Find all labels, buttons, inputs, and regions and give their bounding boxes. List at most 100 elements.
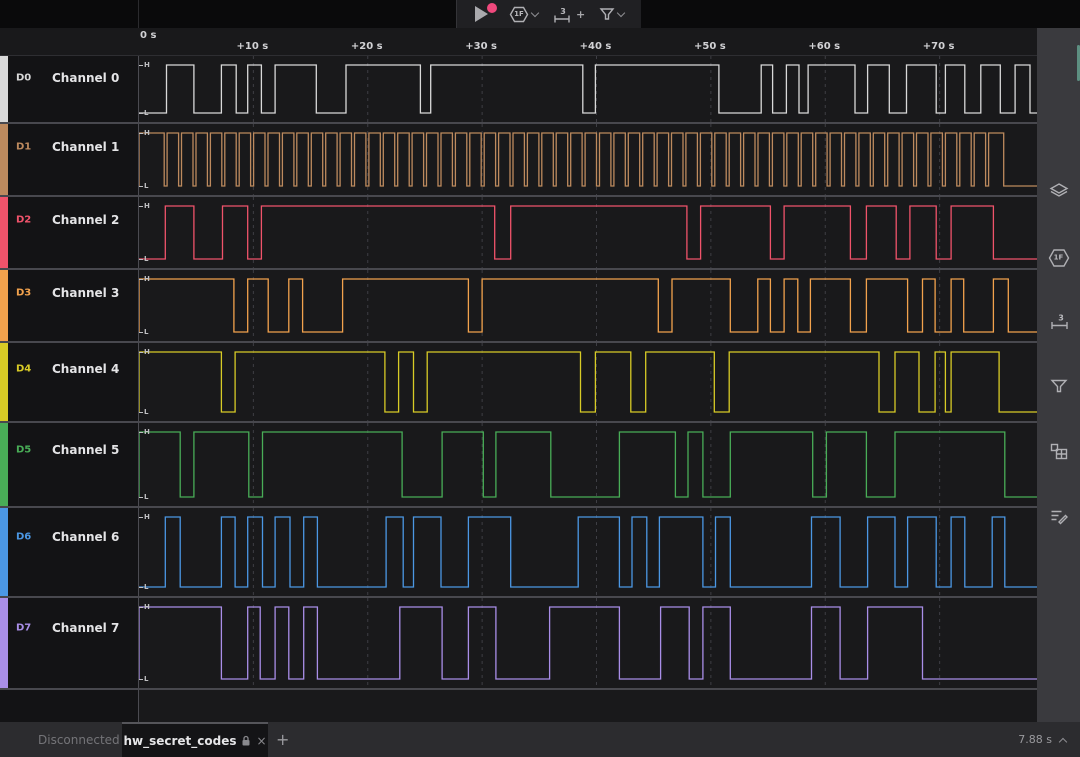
row-divider: [0, 596, 1037, 598]
add-measurement-button[interactable]: 3 +: [548, 2, 589, 26]
low-level-label: L: [144, 493, 149, 501]
waveform-row-d3[interactable]: HL: [139, 270, 1038, 341]
level-tick: [139, 259, 143, 260]
level-tick: [139, 587, 143, 588]
channel-name-label: Channel 0: [52, 71, 120, 85]
low-level-label: L: [144, 182, 149, 190]
channel-color-strip[interactable]: [0, 270, 8, 341]
row-divider: [0, 688, 1037, 690]
channel-label-row-d4[interactable]: D4 Channel 4: [0, 343, 138, 421]
layers-icon[interactable]: [1049, 182, 1069, 204]
add-tab-button[interactable]: +: [276, 722, 289, 757]
level-tick: [139, 279, 143, 280]
channel-label-row-d3[interactable]: D3 Channel 3: [0, 270, 138, 341]
hex-radix-icon[interactable]: 1F: [1048, 249, 1070, 268]
high-level-label: H: [144, 61, 150, 69]
channel-name-label: Channel 3: [52, 286, 120, 300]
plus-icon: +: [576, 7, 586, 21]
channel-color-strip[interactable]: [0, 508, 8, 596]
high-level-label: H: [144, 513, 150, 521]
channel-name-label: Channel 4: [52, 362, 120, 376]
row-divider: [0, 341, 1037, 343]
filter-button[interactable]: [595, 2, 628, 26]
channel-id-label: D1: [16, 141, 32, 153]
row-divider: [0, 421, 1037, 423]
level-tick: [139, 497, 143, 498]
level-tick: [139, 432, 143, 433]
funnel-icon[interactable]: [1049, 378, 1068, 398]
high-level-label: H: [144, 275, 150, 283]
ruler-tick-label: +70 s: [922, 41, 955, 52]
channel-color-strip[interactable]: [0, 423, 8, 506]
channel-label-column: D0 Channel 0 D1 Channel 1 D2 Channel 2 D3 Chann…: [0, 56, 138, 722]
channel-id-label: D6: [16, 531, 32, 543]
channel-name-label: Channel 7: [52, 621, 120, 635]
level-tick: [139, 607, 143, 608]
level-tick: [139, 65, 143, 66]
channel-id-label: D7: [16, 622, 32, 634]
ruler-tick-label: +60 s: [808, 41, 841, 52]
channel-color-strip[interactable]: [0, 124, 8, 195]
channel-color-strip[interactable]: [0, 598, 8, 688]
low-level-label: L: [144, 328, 149, 336]
lock-icon: [242, 735, 250, 745]
row-divider: [0, 506, 1037, 508]
channel-color-strip[interactable]: [0, 197, 8, 268]
waveform-row-d6[interactable]: HL: [139, 508, 1038, 596]
measurements-icon[interactable]: 3: [1048, 312, 1070, 335]
low-level-label: L: [144, 583, 149, 591]
row-divider: [0, 195, 1037, 197]
channel-name-label: Channel 5: [52, 443, 120, 457]
channel-color-strip[interactable]: [0, 343, 8, 421]
hex-radix-icon: 1F: [509, 6, 529, 23]
level-tick: [139, 113, 143, 114]
level-tick: [139, 352, 143, 353]
channel-label-row-d0[interactable]: D0 Channel 0: [0, 56, 138, 122]
channel-label-row-d5[interactable]: D5 Channel 5: [0, 423, 138, 506]
waveform-row-d2[interactable]: HL: [139, 197, 1038, 268]
channel-label-row-d6[interactable]: D6 Channel 6: [0, 508, 138, 596]
ruler-tick-label: +40 s: [579, 41, 612, 52]
top-toolbar: 1F 3 +: [0, 0, 1080, 28]
channel-id-label: D2: [16, 214, 32, 226]
ruler-tick-label: +50 s: [694, 41, 726, 52]
record-dot-icon: [485, 1, 499, 15]
blocks-icon[interactable]: [1049, 442, 1068, 464]
close-tab-icon[interactable]: ×: [256, 734, 266, 748]
waveform-row-d5[interactable]: HL: [139, 423, 1038, 506]
channel-name-label: Channel 1: [52, 140, 120, 154]
device-status-label: Disconnected: [38, 732, 120, 747]
waveform-row-d4[interactable]: HL: [139, 343, 1038, 421]
channel-label-row-d2[interactable]: D2 Channel 2: [0, 197, 138, 268]
start-capture-button[interactable]: [465, 1, 499, 26]
row-divider: [0, 122, 1037, 124]
waveform-area[interactable]: HLHLHLHLHLHLHLHL: [138, 56, 1038, 722]
channel-label-row-d7[interactable]: D7 Channel 7: [0, 598, 138, 688]
capture-duration-toggle[interactable]: 7.88 s: [1018, 722, 1068, 757]
ruler-tick-label: +20 s: [350, 41, 383, 52]
annotations-icon[interactable]: [1049, 508, 1068, 529]
low-level-label: L: [144, 408, 149, 416]
time-ruler[interactable]: 0 s +10 s +20 s +30 s +40 s +50 s +60 s +70 s: [0, 28, 1037, 56]
right-sidebar: 1F 3: [1037, 28, 1080, 722]
radix-selector-button[interactable]: 1F: [505, 2, 542, 26]
waveform-row-d0[interactable]: HL: [139, 56, 1038, 122]
level-tick: [139, 186, 143, 187]
low-level-label: L: [144, 255, 149, 263]
waveform-row-d7[interactable]: HL: [139, 598, 1038, 688]
waveform-row-d1[interactable]: HL: [139, 124, 1038, 195]
channel-id-label: D3: [16, 287, 32, 299]
level-tick: [139, 412, 143, 413]
toolbar-separator: [138, 0, 139, 28]
capture-controls: 1F 3 +: [456, 0, 641, 28]
high-level-label: H: [144, 428, 150, 436]
channel-color-strip[interactable]: [0, 56, 8, 122]
measurement-icon: 3: [554, 7, 570, 22]
high-level-label: H: [144, 348, 150, 356]
channel-label-row-d1[interactable]: D1 Channel 1: [0, 124, 138, 195]
chevron-up-icon: [1058, 737, 1068, 746]
svg-text:3: 3: [1058, 314, 1064, 323]
level-tick: [139, 517, 143, 518]
capture-tab[interactable]: hw_secret_codes ×: [122, 722, 268, 757]
capture-duration-label: 7.88 s: [1018, 733, 1052, 746]
